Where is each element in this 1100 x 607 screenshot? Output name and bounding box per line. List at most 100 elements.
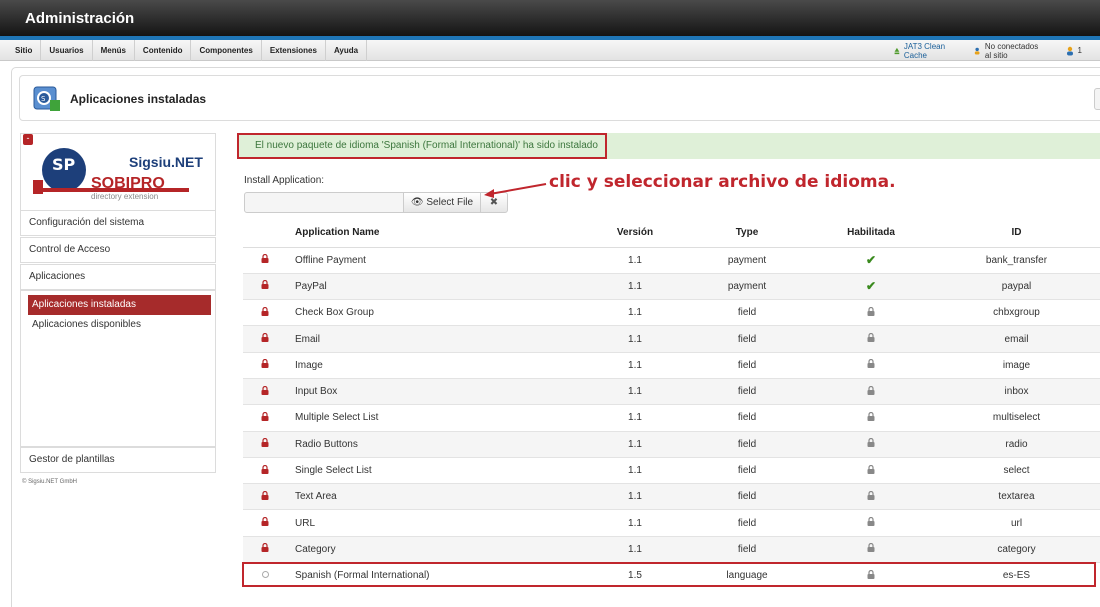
table-row[interactable]: Single Select List 1.1 field select (243, 456, 1100, 484)
logo-brand-top: Sigsiu.NET (129, 154, 203, 170)
core-lock-icon (261, 306, 269, 319)
enabled-cell (809, 325, 933, 353)
lock-icon (867, 490, 875, 503)
sobipro-logo: SP Sigsiu.NET SOBIPRO directory extensio… (33, 148, 203, 201)
table-row[interactable]: Multiple Select List 1.1 field multiselect (243, 404, 1100, 432)
sidebar-item-available-apps[interactable]: Aplicaciones disponibles (32, 319, 141, 330)
file-path-input[interactable] (244, 192, 404, 213)
eye-icon: 👁 (410, 197, 424, 208)
applications-table-body: Offline Payment 1.1 payment ✔ bank_transfer P… (243, 246, 1100, 589)
menu-item-usuarios[interactable]: Usuarios (41, 40, 93, 61)
version-cell: 1.1 (585, 325, 685, 353)
sidebar-item-config[interactable]: Configuración del sistema (20, 210, 216, 236)
type-cell: field (685, 430, 809, 458)
sidebar-item-templates[interactable]: Gestor de plantillas (20, 447, 216, 473)
main-menu: Sitio Usuarios Menús Contenido Component… (7, 40, 368, 61)
table-row[interactable]: Text Area 1.1 field textarea (243, 483, 1100, 510)
header-type[interactable]: Type (685, 218, 809, 248)
table-row[interactable]: Spanish (Formal International) 1.5 languag… (243, 562, 1100, 589)
select-radio[interactable] (261, 571, 269, 579)
page-title: Aplicaciones instaladas (70, 92, 207, 106)
table-row[interactable]: Input Box 1.1 field inbox (243, 377, 1100, 405)
core-lock-icon (261, 333, 269, 345)
id-cell: inbox (933, 377, 1100, 405)
core-lock-icon (261, 438, 269, 450)
row-status-cell (243, 246, 287, 274)
version-cell: 1.1 (585, 483, 685, 510)
version-cell: 1.1 (585, 456, 685, 484)
sidebar-item-apps[interactable]: Aplicaciones (20, 264, 216, 290)
app-name-cell: Offline Payment (287, 246, 585, 274)
applications-icon: S (33, 86, 60, 111)
type-cell: field (685, 377, 809, 405)
table-row[interactable]: PayPal 1.1 payment ✔ paypal (243, 272, 1100, 300)
status-area: JAT3 Clean Cache No conectados al sitio … (893, 40, 1100, 61)
menu-item-menus[interactable]: Menús (93, 40, 135, 61)
collapse-toggle[interactable]: - (23, 134, 33, 145)
menu-item-sitio[interactable]: Sitio (7, 40, 42, 61)
table-row[interactable]: URL 1.1 field url (243, 509, 1100, 537)
table-row[interactable]: Email 1.1 field email (243, 325, 1100, 353)
table-row[interactable]: Image 1.1 field image (243, 351, 1100, 379)
lock-icon (867, 569, 875, 582)
table-row[interactable]: Radio Buttons 1.1 field radio (243, 430, 1100, 458)
check-icon[interactable]: ✔ (866, 253, 876, 267)
toolbar-button[interactable] (1094, 88, 1100, 110)
id-cell: paypal (933, 272, 1100, 300)
id-cell: chbxgroup (933, 299, 1100, 326)
sidebar-item-access[interactable]: Control de Acceso (20, 237, 216, 263)
app-name-cell: Single Select List (287, 456, 585, 484)
type-cell: field (685, 404, 809, 432)
row-status-cell (243, 404, 287, 432)
app-name-cell: Check Box Group (287, 299, 585, 326)
id-cell: image (933, 351, 1100, 379)
app-name-cell: Input Box (287, 377, 585, 405)
table-row[interactable]: Category 1.1 field category (243, 535, 1100, 563)
core-lock-icon (261, 254, 269, 266)
recycle-icon (894, 47, 900, 54)
select-file-label: Select File (426, 197, 474, 208)
id-cell: es-ES (933, 562, 1100, 589)
header-enabled[interactable]: Habilitada (809, 218, 933, 248)
header-id[interactable]: ID (933, 218, 1100, 248)
lock-icon (867, 306, 875, 319)
app-name-cell: Image (287, 351, 585, 379)
menu-item-componentes[interactable]: Componentes (191, 40, 262, 61)
enabled-cell (809, 535, 933, 563)
app-name-cell: Radio Buttons (287, 430, 585, 458)
version-cell: 1.5 (585, 562, 685, 589)
header-name[interactable]: Application Name (287, 218, 585, 248)
table-row[interactable]: Check Box Group 1.1 field chbxgroup (243, 299, 1100, 326)
version-cell: 1.1 (585, 509, 685, 537)
version-cell: 1.1 (585, 377, 685, 405)
admin-title: Administración (25, 10, 135, 27)
table-row[interactable]: Offline Payment 1.1 payment ✔ bank_transfer (243, 246, 1100, 274)
check-icon[interactable]: ✔ (866, 279, 876, 293)
main-menu-bar: Sitio Usuarios Menús Contenido Component… (0, 40, 1100, 61)
lock-icon (867, 385, 875, 398)
type-cell: language (685, 562, 809, 589)
sidebar-item-installed-apps[interactable]: Aplicaciones instaladas (28, 295, 211, 315)
app-name-cell: Email (287, 325, 585, 353)
lock-icon (867, 333, 875, 345)
menu-item-contenido[interactable]: Contenido (135, 40, 192, 61)
app-name-cell: Text Area (287, 483, 585, 510)
row-status-cell (243, 562, 287, 589)
applications-table: Application Name Versión Type Habilitada… (243, 218, 1100, 589)
core-lock-icon (261, 359, 269, 371)
row-status-cell (243, 483, 287, 510)
app-name-cell: Category (287, 535, 585, 563)
lock-icon (867, 438, 875, 450)
clean-cache-link[interactable]: JAT3 Clean Cache (893, 42, 965, 60)
id-cell: email (933, 325, 1100, 353)
copyright-notice: © Sigsiu.NET GmbH (22, 479, 77, 485)
header-version[interactable]: Versión (585, 218, 685, 248)
menu-item-extensiones[interactable]: Extensiones (262, 40, 326, 61)
version-cell: 1.1 (585, 246, 685, 274)
menu-item-ayuda[interactable]: Ayuda (326, 40, 368, 61)
select-file-button[interactable]: 👁 Select File (403, 192, 481, 213)
visitors-status: No conectados al sitio (974, 42, 1056, 60)
enabled-cell (809, 430, 933, 458)
lock-icon (867, 543, 875, 555)
id-cell: url (933, 509, 1100, 537)
